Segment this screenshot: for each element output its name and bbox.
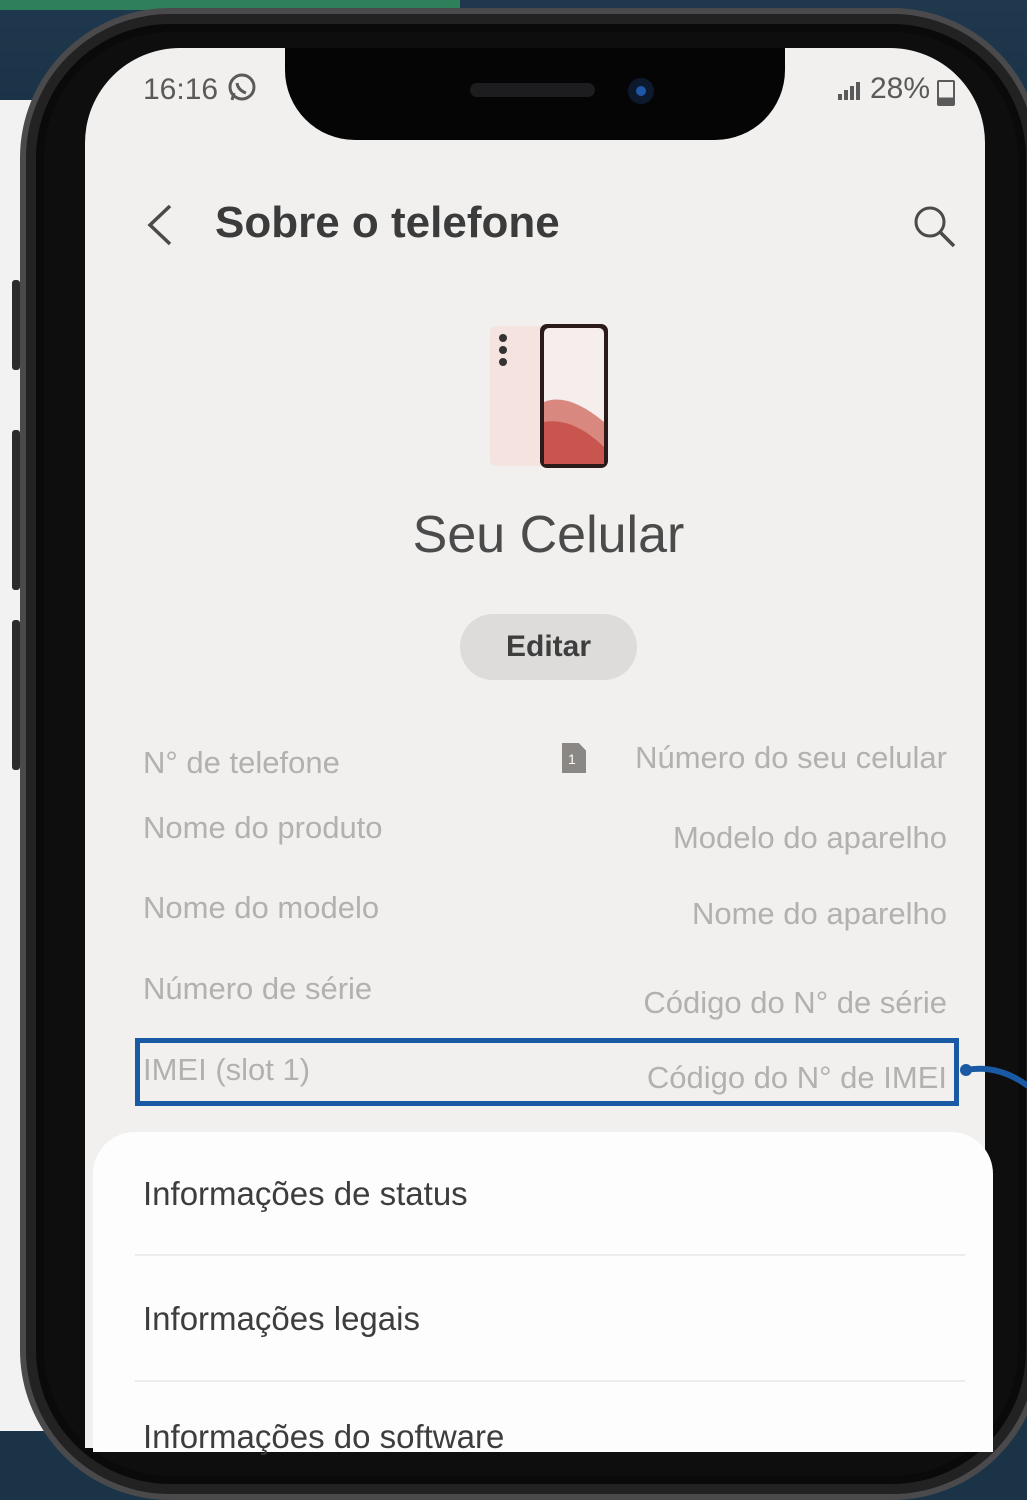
volume-up-button [12,280,20,370]
imei-highlight-box [135,1038,959,1106]
info-value-product-name: Modelo do aparelho [672,820,947,855]
whatsapp-icon [228,73,256,101]
info-label-serial-number: Número de série [143,971,373,1006]
status-time: 16:16 [143,72,258,107]
info-label-product-name: Nome do produto [143,810,383,845]
info-label-model-name: Nome do modelo [143,890,380,925]
pointer-arrow [960,1064,1027,1089]
info-value-model-name: Nome do aparelho [691,896,947,931]
edit-button[interactable]: Editar [460,614,637,680]
back-arrow-icon[interactable] [140,200,180,250]
speaker [470,83,595,97]
search-icon[interactable] [908,200,960,252]
side-button [12,620,20,770]
battery-percent: 28% [870,72,931,105]
device-name: Seu Celular [412,506,685,564]
info-value-serial-number: Código do N° de série [643,985,947,1020]
menu-item-status-info[interactable]: Informações de status [143,1175,468,1213]
phone-image [490,324,608,468]
sim-card-icon: 1 [562,743,586,773]
info-label-phone-number: N° de telefone [143,745,340,780]
menu-item-legal-info[interactable]: Informações legais [143,1300,420,1338]
front-camera [628,78,654,104]
divider [135,1380,965,1382]
page-title: Sobre o telefone [215,198,560,247]
battery-icon [937,80,955,106]
signal-icon [838,82,860,100]
divider [135,1254,965,1256]
menu-item-software-info[interactable]: Informações do software [143,1418,504,1456]
info-value-phone-number: Número do seu celular [635,740,947,775]
